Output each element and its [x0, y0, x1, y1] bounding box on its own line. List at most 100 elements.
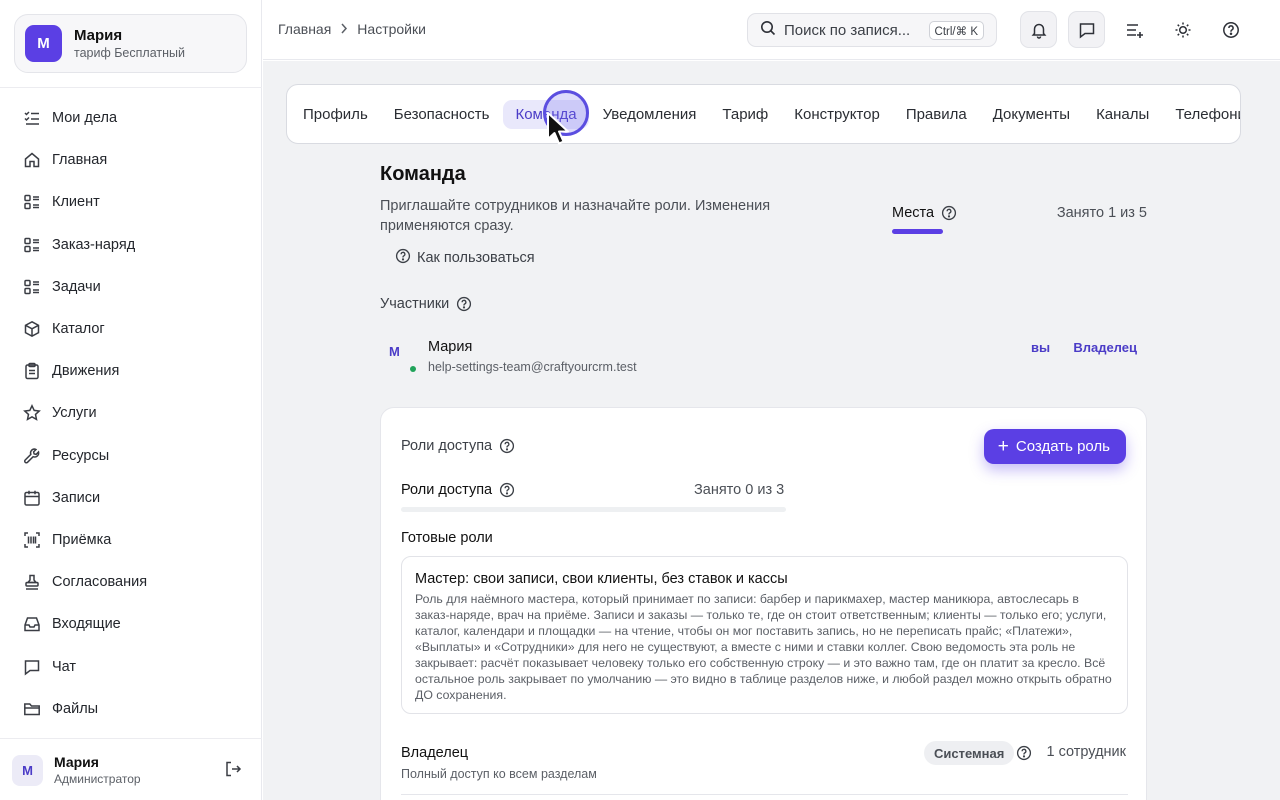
- member-name: Мария: [428, 339, 473, 355]
- search-icon: [760, 20, 776, 41]
- sidebar-item-work-order[interactable]: Заказ-наряд: [0, 224, 262, 266]
- member-row: М Мария help-settings-team@craftyourcrm.…: [380, 335, 1147, 379]
- how-to-use-label: Как пользоваться: [417, 250, 535, 266]
- tab-channels[interactable]: Каналы: [1084, 100, 1161, 129]
- roles-usage-bar: [401, 507, 786, 512]
- owner-role-title: Владелец: [401, 745, 469, 761]
- account-switcher[interactable]: М Мария тариф Бесплатный: [14, 14, 247, 73]
- sidebar-item-label: Главная: [52, 152, 108, 169]
- plus-icon: +: [997, 436, 1009, 457]
- user-name: Мария: [54, 754, 99, 770]
- tab-security[interactable]: Безопасность: [382, 100, 502, 129]
- help-icon[interactable]: [499, 438, 515, 454]
- sidebar-item-label: Задачи: [52, 278, 101, 295]
- members-title: Участники: [380, 296, 450, 312]
- tab-plan[interactable]: Тариф: [710, 100, 780, 129]
- sidebar-item-services[interactable]: Услуги: [0, 392, 262, 434]
- task-list-add-icon[interactable]: [1116, 11, 1153, 48]
- breadcrumb-current: Настройки: [357, 21, 426, 37]
- sidebar-item-acceptance[interactable]: Приёмка: [0, 519, 262, 561]
- inbox-icon: [22, 615, 41, 634]
- access-roles-card: Роли доступа + Создать роль Роли доступа…: [380, 407, 1147, 800]
- logout-icon[interactable]: [224, 760, 244, 780]
- create-role-label: Создать роль: [1015, 438, 1110, 455]
- sidebar-item-catalog[interactable]: Каталог: [0, 308, 262, 350]
- help-icon[interactable]: [1016, 745, 1032, 766]
- sidebar-item-label: Мои дела: [52, 110, 118, 127]
- sidebar-item-files[interactable]: Файлы: [0, 688, 262, 730]
- tab-documents[interactable]: Документы: [981, 100, 1082, 129]
- preset-role-card[interactable]: Мастер: свои записи, свои клиенты, без с…: [401, 556, 1128, 714]
- tab-notifications[interactable]: Уведомления: [591, 100, 709, 129]
- current-user[interactable]: М Мария Администратор: [12, 752, 248, 788]
- create-role-button[interactable]: + Создать роль: [983, 429, 1126, 464]
- sidebar-item-bookings[interactable]: Записи: [0, 477, 262, 519]
- you-badge: вы: [1031, 340, 1051, 355]
- roles-usage-title: Роли доступа: [401, 482, 493, 498]
- wrench-icon: [22, 446, 41, 465]
- how-to-use-link[interactable]: Как пользоваться: [395, 248, 535, 268]
- seats-label: Места: [892, 205, 935, 221]
- chevron-right-icon: [340, 22, 348, 37]
- scan-icon: [22, 530, 41, 549]
- sidebar-item-label: Ресурсы: [52, 447, 110, 464]
- help-icon[interactable]: [499, 482, 515, 498]
- sidebar-item-label: Входящие: [52, 616, 121, 633]
- folder-icon: [22, 699, 41, 718]
- star-icon: [22, 404, 41, 423]
- list-icon: [22, 277, 41, 296]
- sidebar: М Мария тариф Бесплатный Мои дела Главна…: [0, 0, 262, 800]
- help-icon: [395, 248, 411, 268]
- seats-count: Занято 1 из 5: [1056, 205, 1147, 221]
- online-status-dot: [410, 366, 416, 372]
- help-icon[interactable]: [941, 205, 957, 221]
- owner-role-count: 1 сотрудник: [1046, 744, 1126, 760]
- owner-role-description: Полный доступ ко всем разделам: [401, 767, 597, 781]
- seats-tab-indicator: [892, 229, 943, 234]
- system-badge: Системная: [924, 741, 1015, 765]
- account-avatar: М: [25, 25, 62, 62]
- stamp-icon: [22, 573, 41, 592]
- sidebar-item-chat[interactable]: Чат: [0, 645, 262, 687]
- content-area: Профиль Безопасность Команда Уведомления…: [263, 61, 1280, 800]
- search-placeholder: Поиск по запися...: [784, 21, 911, 39]
- chat-icon: [22, 657, 41, 676]
- sidebar-item-label: Чат: [52, 658, 77, 675]
- sidebar-item-client[interactable]: Клиент: [0, 181, 262, 223]
- preset-role-description: Роль для наёмного мастера, который прини…: [415, 592, 1112, 702]
- sidebar-item-my-tasks[interactable]: Мои дела: [0, 97, 262, 139]
- breadcrumb-home[interactable]: Главная: [278, 21, 331, 37]
- sidebar-item-movements[interactable]: Движения: [0, 350, 262, 392]
- tab-builder[interactable]: Конструктор: [782, 100, 892, 129]
- roles-usage-heading: Роли доступа: [401, 482, 515, 498]
- topbar: Главная Настройки Поиск по запися... Ctr…: [263, 0, 1280, 60]
- tab-rules[interactable]: Правила: [894, 100, 979, 129]
- member-email: help-settings-team@craftyourcrm.test: [428, 360, 637, 374]
- sidebar-item-label: Файлы: [52, 700, 99, 717]
- help-icon[interactable]: [1212, 11, 1249, 48]
- member-role-select[interactable]: Владелец: [1073, 340, 1137, 355]
- account-plan: тариф Бесплатный: [74, 46, 185, 60]
- sun-icon[interactable]: [1164, 11, 1201, 48]
- sidebar-item-resources[interactable]: Ресурсы: [0, 435, 262, 477]
- avatar: М: [12, 754, 43, 786]
- preset-roles-title: Готовые роли: [401, 530, 493, 546]
- help-icon[interactable]: [456, 296, 472, 312]
- seats-tab[interactable]: Места: [892, 205, 957, 221]
- page-description: Приглашайте сотрудников и назначайте рол…: [380, 198, 771, 234]
- tab-telephony[interactable]: Телефония: [1163, 100, 1240, 129]
- members-heading: Участники: [380, 296, 472, 312]
- sidebar-item-label: Каталог: [52, 321, 105, 338]
- sidebar-item-approvals[interactable]: Согласования: [0, 561, 262, 603]
- roles-title: Роли доступа: [401, 438, 493, 454]
- tab-profile[interactable]: Профиль: [291, 100, 380, 129]
- search-input[interactable]: Поиск по запися... Ctrl/⌘ K: [747, 13, 997, 47]
- sidebar-item-home[interactable]: Главная: [0, 139, 262, 181]
- sidebar-item-tasks[interactable]: Задачи: [0, 266, 262, 308]
- chat-icon[interactable]: [1068, 11, 1105, 48]
- sidebar-item-inbox[interactable]: Входящие: [0, 603, 262, 645]
- sidebar-item-label: Клиент: [52, 194, 100, 211]
- bell-icon[interactable]: [1020, 11, 1057, 48]
- mouse-cursor-icon: [547, 112, 569, 145]
- box-icon: [22, 320, 41, 339]
